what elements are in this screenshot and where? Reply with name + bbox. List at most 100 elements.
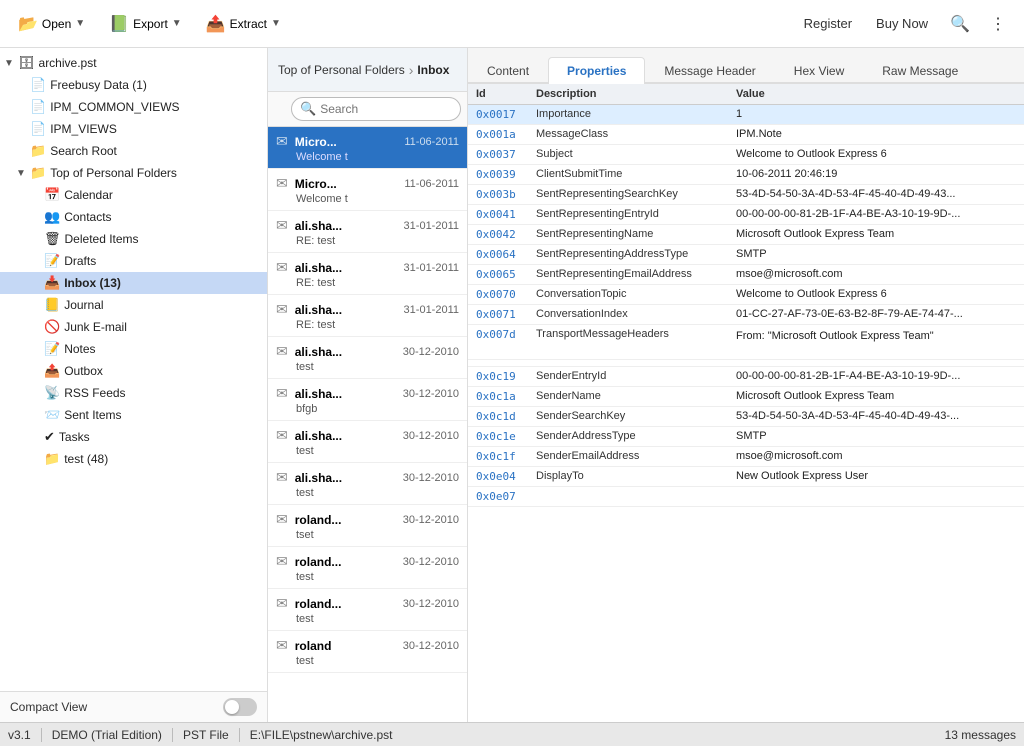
- icon-sent: 📨: [44, 407, 60, 423]
- tab-raw-message[interactable]: Raw Message: [863, 57, 977, 84]
- search-box: 🔍: [291, 97, 461, 121]
- props-row-16: 0x0c1e SenderAddressType SMTP: [468, 427, 1024, 447]
- compact-view-toggle[interactable]: [223, 698, 257, 716]
- label-contacts: Contacts: [64, 210, 111, 224]
- props-val-10: 01-CC-27-AF-73-0E-63-B2-8F-79-AE-74-47-.…: [728, 305, 1024, 325]
- email-item-11[interactable]: ✉ roland... 30-12-2010 test: [268, 589, 467, 631]
- tree-item-notes[interactable]: 📝 Notes: [0, 338, 267, 360]
- email-date-5: 30-12-2010: [403, 346, 459, 358]
- email-item-6[interactable]: ✉ ali.sha... 30-12-2010 bfgb: [268, 379, 467, 421]
- open-icon: 📂: [18, 14, 38, 34]
- email-icon-2: ✉: [276, 217, 288, 234]
- icon-journal: 📒: [44, 297, 60, 313]
- email-item-3[interactable]: ✉ ali.sha... 31-01-2011 RE: test: [268, 253, 467, 295]
- tab-message-header[interactable]: Message Header: [645, 57, 774, 84]
- tab-properties[interactable]: Properties: [548, 57, 645, 84]
- props-row-4: 0x003b SentRepresentingSearchKey 53-4D-5…: [468, 185, 1024, 205]
- extract-button[interactable]: 📤 Extract ▼: [196, 10, 291, 38]
- email-sender-12: roland: [295, 639, 399, 653]
- props-id-5: 0x0041: [468, 205, 528, 225]
- icon-freebusy: 📄: [30, 77, 46, 93]
- email-item-0[interactable]: ✉ Micro... 11-06-2011 Welcome t: [268, 127, 467, 169]
- tree-item-freebusy[interactable]: 📄 Freebusy Data (1): [0, 74, 267, 96]
- label-calendar: Calendar: [64, 188, 113, 202]
- icon-rss: 📡: [44, 385, 60, 401]
- email-date-6: 30-12-2010: [403, 388, 459, 400]
- tree-item-ipm-common[interactable]: 📄 IPM_COMMON_VIEWS: [0, 96, 267, 118]
- export-label: Export: [133, 17, 168, 31]
- props-desc-6: SentRepresentingName: [528, 225, 728, 245]
- icon-notes: 📝: [44, 341, 60, 357]
- email-list: ✉ Micro... 11-06-2011 Welcome t ✉ Micro.…: [268, 127, 467, 722]
- email-subject-4: RE: test: [276, 319, 459, 331]
- email-subject-10: test: [276, 571, 459, 583]
- tree-item-journal[interactable]: 📒 Journal: [0, 294, 267, 316]
- export-button[interactable]: 📗 Export ▼: [99, 10, 192, 38]
- icon-contacts: 👥: [44, 209, 60, 225]
- email-sender-0: Micro...: [295, 135, 401, 149]
- icon-tasks: ✔: [44, 429, 55, 445]
- tree-item-outbox[interactable]: 📤 Outbox: [0, 360, 267, 382]
- email-item-2[interactable]: ✉ ali.sha... 31-01-2011 RE: test: [268, 211, 467, 253]
- status-sep-3: [239, 728, 240, 742]
- props-id-14: 0x0c1a: [468, 387, 528, 407]
- tab-hex-view[interactable]: Hex View: [775, 57, 863, 84]
- email-icon-3: ✉: [276, 259, 288, 276]
- tree-item-tasks[interactable]: ✔ Tasks: [0, 426, 267, 448]
- props-desc-14: SenderName: [528, 387, 728, 407]
- email-item-9[interactable]: ✉ roland... 30-12-2010 tset: [268, 505, 467, 547]
- email-item-1[interactable]: ✉ Micro... 11-06-2011 Welcome t: [268, 169, 467, 211]
- tree-item-test[interactable]: 📁 test (48): [0, 448, 267, 470]
- tree-item-drafts[interactable]: 📝 Drafts: [0, 250, 267, 272]
- props-id-2: 0x0037: [468, 145, 528, 165]
- icon-ipm-views: 📄: [30, 121, 46, 137]
- props-row-13: 0x0c19 SenderEntryId 00-00-00-00-81-2B-1…: [468, 367, 1024, 387]
- props-val-9: Welcome to Outlook Express 6: [728, 285, 1024, 305]
- email-item-4[interactable]: ✉ ali.sha... 31-01-2011 RE: test: [268, 295, 467, 337]
- tree-root[interactable]: ▼ 🗄 archive.pst: [0, 52, 267, 74]
- more-options-button[interactable]: ⋮: [984, 10, 1012, 38]
- folder-tree: ▼ 🗄 archive.pst 📄 Freebusy Data (1) 📄 IP…: [0, 48, 267, 691]
- buy-link[interactable]: Buy Now: [868, 12, 936, 35]
- search-toolbar-button[interactable]: 🔍: [944, 10, 976, 38]
- props-val-17: msoe@microsoft.com: [728, 447, 1024, 467]
- email-sender-8: ali.sha...: [295, 471, 399, 485]
- tree-item-top-folders[interactable]: ▼ 📁 Top of Personal Folders: [0, 162, 267, 184]
- email-item-5[interactable]: ✉ ali.sha... 30-12-2010 test: [268, 337, 467, 379]
- icon-ipm-common: 📄: [30, 99, 46, 115]
- extract-label: Extract: [230, 17, 267, 31]
- label-drafts: Drafts: [64, 254, 96, 268]
- search-input[interactable]: [320, 102, 452, 116]
- tree-item-rss[interactable]: 📡 RSS Feeds: [0, 382, 267, 404]
- tab-content[interactable]: Content: [468, 57, 548, 84]
- email-item-8[interactable]: ✉ ali.sha... 30-12-2010 test: [268, 463, 467, 505]
- props-row-10: 0x0071 ConversationIndex 01-CC-27-AF-73-…: [468, 305, 1024, 325]
- props-val-0: 1: [728, 105, 1024, 125]
- tree-item-ipm-views[interactable]: 📄 IPM_VIEWS: [0, 118, 267, 140]
- email-item-top-6: ✉ ali.sha... 30-12-2010: [276, 385, 459, 402]
- email-icon-5: ✉: [276, 343, 288, 360]
- tree-items-container: 📄 Freebusy Data (1) 📄 IPM_COMMON_VIEWS 📄…: [0, 74, 267, 470]
- tree-item-junk[interactable]: 🚫 Junk E-mail: [0, 316, 267, 338]
- props-val-13: 00-00-00-00-81-2B-1F-A4-BE-A3-10-19-9D-.…: [728, 367, 1024, 387]
- open-button[interactable]: 📂 Open ▼: [8, 10, 95, 38]
- tree-item-calendar[interactable]: 📅 Calendar: [0, 184, 267, 206]
- props-id-13: 0x0c19: [468, 367, 528, 387]
- tree-item-sent[interactable]: 📨 Sent Items: [0, 404, 267, 426]
- tree-item-search-root[interactable]: 📁 Search Root: [0, 140, 267, 162]
- email-item-10[interactable]: ✉ roland... 30-12-2010 test: [268, 547, 467, 589]
- status-filepath: E:\FILE\pstnew\archive.pst: [250, 728, 393, 742]
- tree-item-inbox[interactable]: 📥 Inbox (13): [0, 272, 267, 294]
- email-item-top-0: ✉ Micro... 11-06-2011: [276, 133, 459, 150]
- props-desc-11: TransportMessageHeaders: [528, 325, 728, 360]
- props-id-19: 0x0e07: [468, 487, 528, 507]
- email-item-12[interactable]: ✉ roland 30-12-2010 test: [268, 631, 467, 673]
- props-id-18: 0x0e04: [468, 467, 528, 487]
- tree-item-contacts[interactable]: 👥 Contacts: [0, 206, 267, 228]
- email-item-top-8: ✉ ali.sha... 30-12-2010: [276, 469, 459, 486]
- register-link[interactable]: Register: [796, 12, 860, 35]
- email-item-top-11: ✉ roland... 30-12-2010: [276, 595, 459, 612]
- tree-item-deleted[interactable]: 🗑 Deleted Items: [0, 228, 267, 250]
- email-item-7[interactable]: ✉ ali.sha... 30-12-2010 test: [268, 421, 467, 463]
- props-row-5: 0x0041 SentRepresentingEntryId 00-00-00-…: [468, 205, 1024, 225]
